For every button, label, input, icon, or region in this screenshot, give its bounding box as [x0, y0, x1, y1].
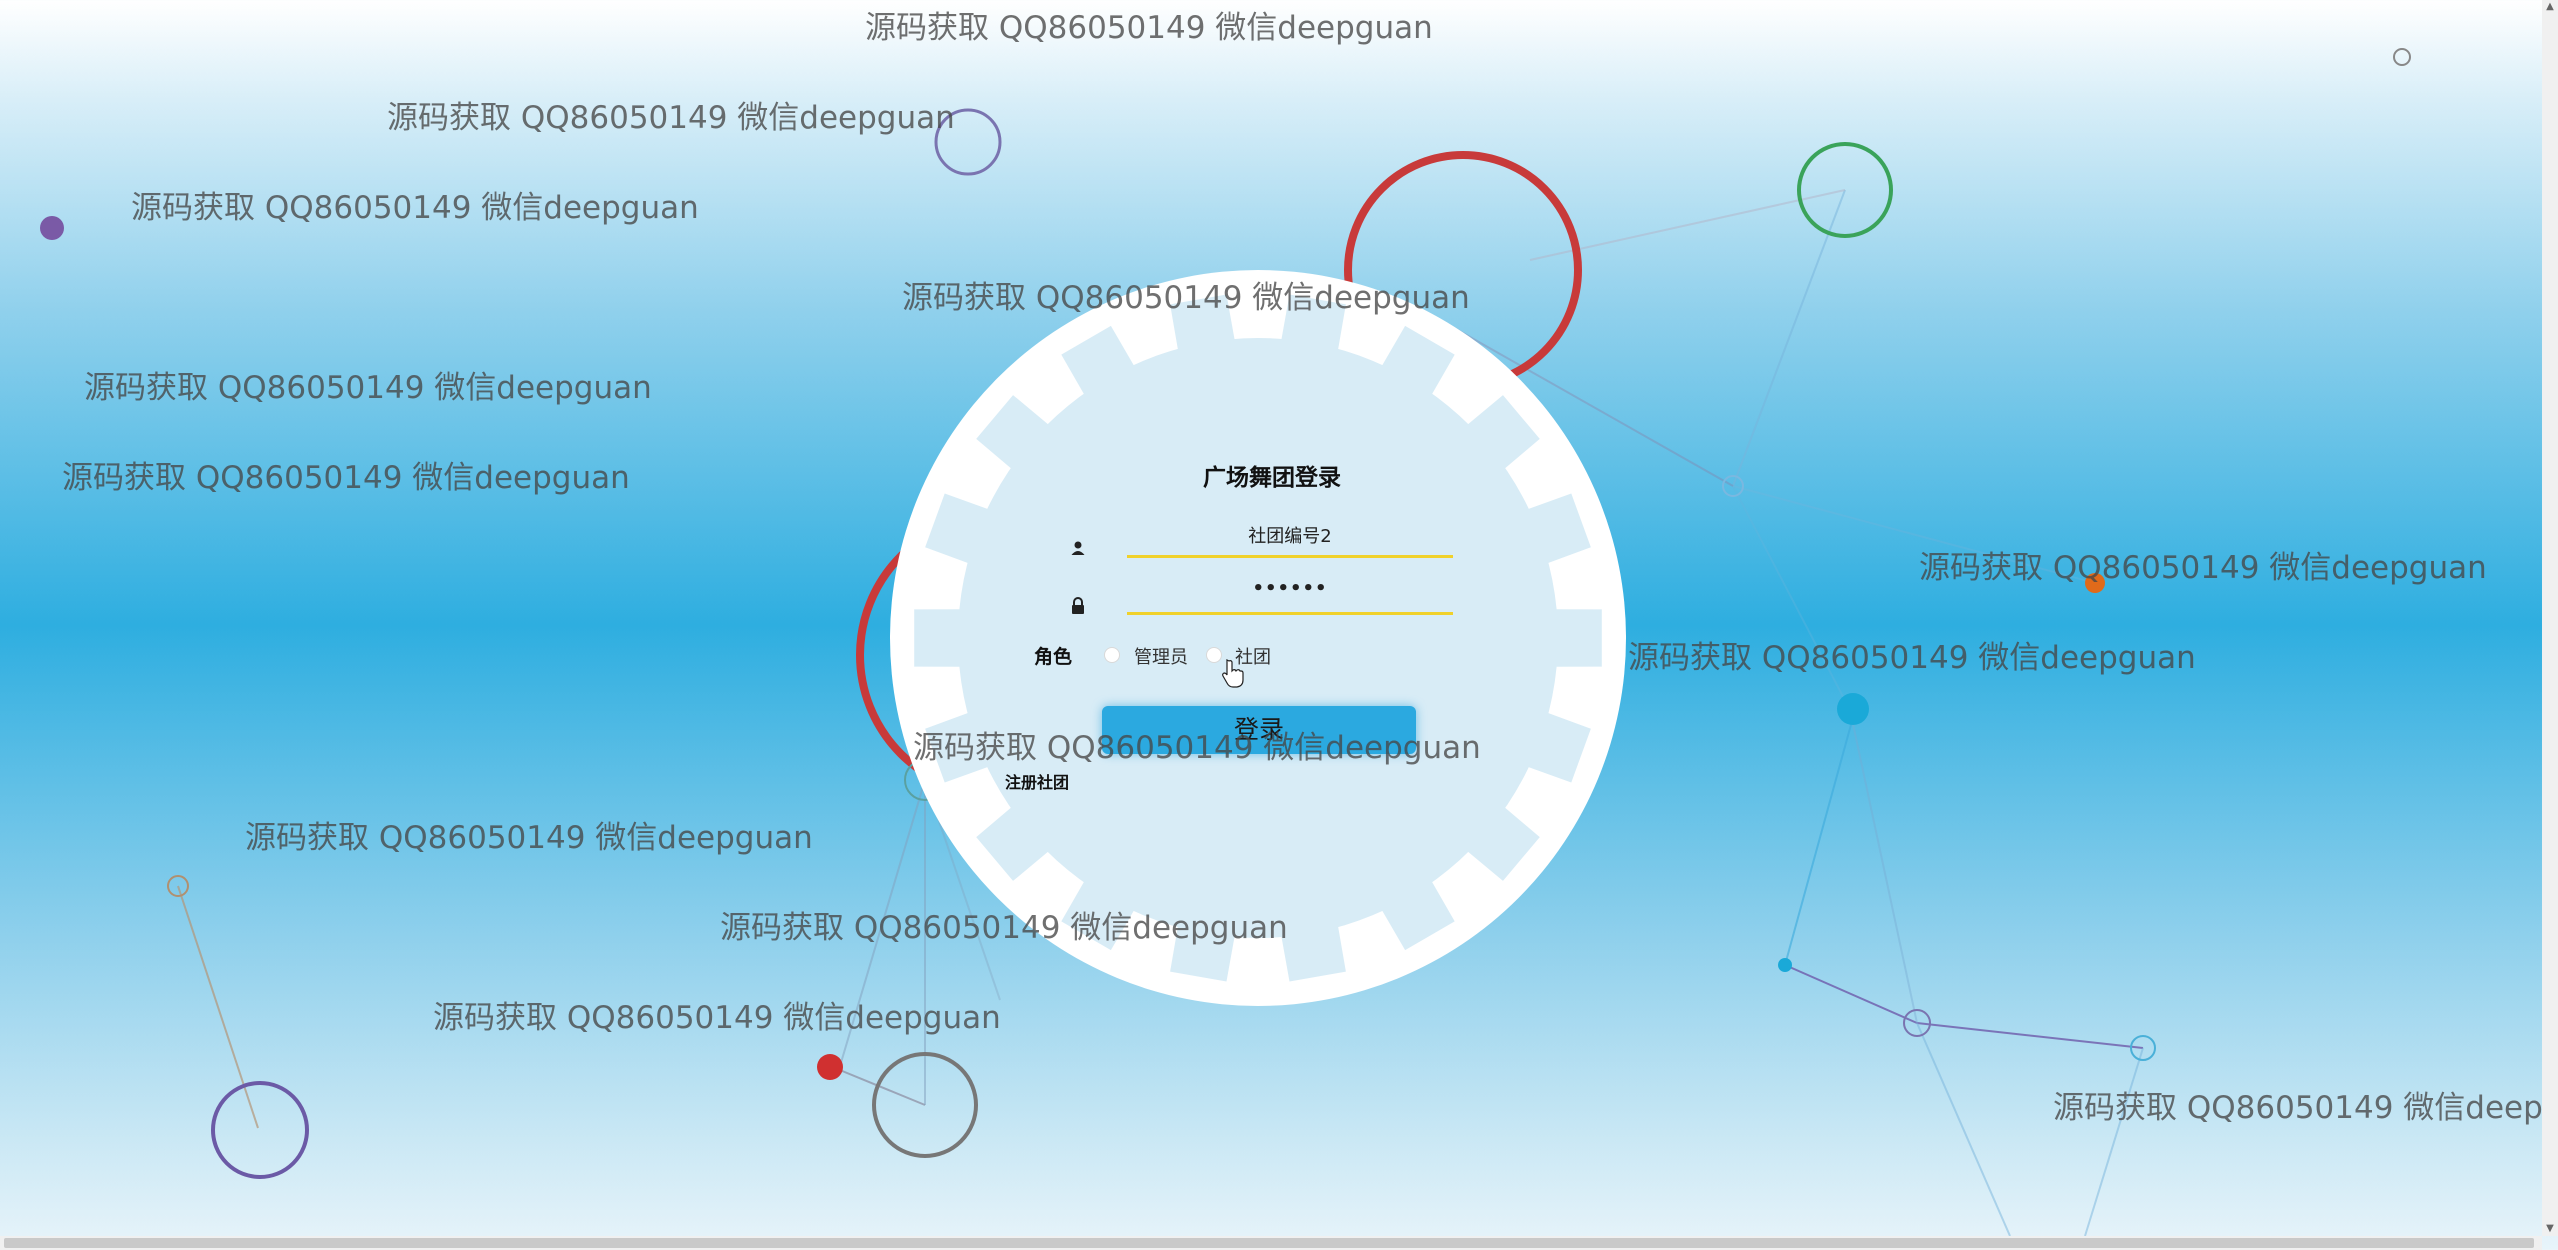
role-label: 角色 [1034, 646, 1073, 668]
scroll-down-icon[interactable]: ▼ [2542, 1222, 2558, 1236]
gear-tooth [1551, 609, 1602, 667]
login-title: 广场舞团登录 [1203, 465, 1341, 491]
lock-icon [1072, 597, 1084, 614]
vertical-scrollbar[interactable] [2542, 0, 2558, 1236]
password-underline [1127, 612, 1453, 615]
username-input[interactable]: 社团编号2 [1127, 522, 1453, 548]
login-panel: 广场舞团登录 社团编号2 •••••• 角色 管理员 社团 登录 注册社团 [0, 0, 2558, 1250]
horizontal-scroll-thumb[interactable] [4, 1238, 2534, 1248]
username-underline [1127, 555, 1453, 558]
login-button[interactable]: 登录 [1102, 706, 1416, 754]
register-club-link[interactable]: 注册社团 [1005, 769, 1069, 793]
user-icon [1071, 541, 1085, 555]
role-option-admin[interactable]: 管理员 [1134, 643, 1188, 669]
password-input[interactable]: •••••• [1127, 578, 1453, 599]
role-radio-admin[interactable] [1104, 647, 1120, 663]
gear-frame [890, 270, 1626, 1006]
gear-tooth [914, 609, 965, 667]
scroll-up-icon[interactable]: ▲ [2542, 0, 2558, 14]
role-radio-club[interactable] [1206, 647, 1222, 663]
pointer-hand-icon [1222, 659, 1244, 688]
